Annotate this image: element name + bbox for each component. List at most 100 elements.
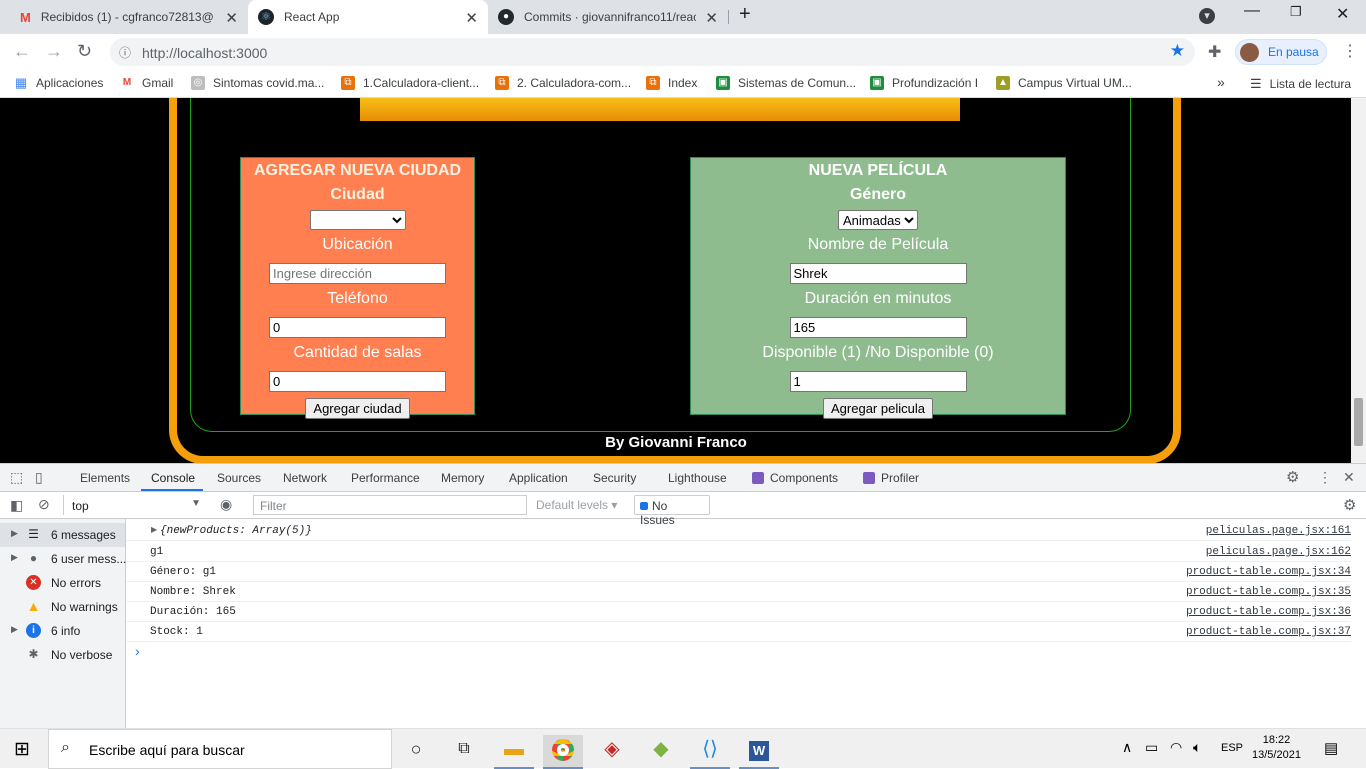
wifi-icon[interactable]: ◠	[1170, 739, 1182, 756]
cortana-icon[interactable]: ○	[396, 735, 436, 769]
tab-console[interactable]: Console	[151, 471, 195, 485]
tab-profiler[interactable]: Profiler	[863, 471, 919, 485]
tab-performance[interactable]: Performance	[351, 471, 420, 485]
rooms-input[interactable]	[269, 371, 446, 392]
notifications-icon[interactable]: ▤	[1324, 739, 1338, 757]
genre-select[interactable]: Animadas	[838, 210, 918, 230]
reading-list-button[interactable]: ☰ Lista de lectura	[1250, 76, 1351, 92]
duration-input[interactable]	[789, 317, 967, 338]
file-explorer-icon[interactable]: ▬	[494, 735, 534, 769]
bookmark-index[interactable]: ⧉ Index	[646, 76, 697, 90]
bookmark-gmail[interactable]: M Gmail	[120, 76, 174, 90]
windows-start-icon[interactable]: ⊞	[14, 738, 30, 761]
bookmark-campus[interactable]: ▲ Campus Virtual UM...	[996, 76, 1132, 90]
forward-button[interactable]: →	[45, 41, 63, 62]
tab-gmail[interactable]: M Recibidos (1) - cgfranco72813@u ✕	[12, 0, 248, 34]
bookmark-calculadora-2[interactable]: ⧉ 2. Calculadora-com...	[495, 76, 631, 90]
source-link[interactable]: product-table.comp.jsx:34	[1186, 566, 1351, 578]
brave-icon[interactable]: ◈	[592, 735, 632, 769]
tray-overflow-icon[interactable]: ∧	[1122, 739, 1132, 756]
sidebar-item-errors[interactable]: ✕ No errors	[0, 571, 125, 595]
expand-arrow-icon[interactable]: ▶	[11, 552, 18, 563]
close-devtools-icon[interactable]: ✕	[1343, 469, 1355, 486]
availability-input[interactable]	[789, 371, 967, 392]
battery-icon[interactable]: ▭	[1145, 739, 1158, 756]
source-link[interactable]: peliculas.page.jsx:161	[1206, 525, 1351, 537]
extensions-icon[interactable]: ✚	[1208, 42, 1221, 62]
git-icon[interactable]: ◆	[641, 735, 681, 769]
tab-application[interactable]: Application	[509, 471, 568, 485]
source-link[interactable]: peliculas.page.jsx:162	[1206, 546, 1351, 558]
add-city-button[interactable]: Agregar ciudad	[305, 398, 410, 419]
expand-arrow-icon[interactable]: ▶	[11, 528, 18, 539]
profile-button[interactable]: En pausa	[1235, 39, 1327, 65]
tab-network[interactable]: Network	[283, 471, 327, 485]
word-icon[interactable]: W	[739, 735, 779, 769]
close-icon[interactable]: ✕	[465, 9, 478, 27]
city-select[interactable]	[309, 210, 406, 230]
more-options-icon[interactable]: ⋮	[1318, 469, 1332, 486]
sidebar-item-user-messages[interactable]: ▶ ● 6 user mess...	[0, 547, 126, 571]
close-window-button[interactable]: ✕	[1336, 4, 1349, 24]
reload-button[interactable]: ↻	[77, 41, 92, 62]
tab-elements[interactable]: Elements	[80, 471, 130, 485]
expand-arrow-icon[interactable]: ▶	[11, 624, 18, 635]
source-link[interactable]: product-table.comp.jsx:37	[1186, 626, 1351, 638]
tab-components[interactable]: Components	[752, 471, 838, 485]
volume-icon[interactable]: 🔈︎	[1193, 739, 1201, 756]
source-link[interactable]: product-table.comp.jsx:36	[1186, 606, 1351, 618]
taskbar-search[interactable]: ⌕ Escribe aquí para buscar	[48, 729, 392, 769]
sidebar-item-info[interactable]: ▶ i 6 info	[0, 619, 125, 643]
page-scrollbar[interactable]	[1351, 98, 1366, 463]
filter-input[interactable]: Filter	[253, 495, 527, 515]
restore-button[interactable]: ❐	[1290, 4, 1302, 20]
console-row[interactable]: ▶ {newProducts: Array(5)} peliculas.page.j…	[126, 521, 1351, 541]
bookmarks-overflow-button[interactable]: »	[1217, 74, 1225, 90]
address-bar[interactable]: ⓘ http://localhost:3000 ★	[110, 38, 1195, 66]
info-icon[interactable]: ⓘ	[119, 44, 131, 61]
inspect-icon[interactable]: ⬚	[10, 469, 23, 486]
tab-lighthouse[interactable]: Lighthouse	[668, 471, 727, 485]
gear-icon[interactable]: ⚙	[1286, 468, 1299, 486]
device-toolbar-icon[interactable]: ▯	[35, 469, 43, 486]
bookmark-sistemas[interactable]: ▣ Sistemas de Comun...	[716, 76, 856, 90]
bookmark-apps[interactable]: ▦ Aplicaciones	[14, 76, 104, 91]
minimize-button[interactable]: —	[1244, 2, 1260, 20]
tab-github[interactable]: ● Commits · giovannifranco11/reac ✕	[488, 0, 728, 34]
clock[interactable]: 18:22 13/5/2021	[1252, 733, 1301, 763]
new-tab-button[interactable]: +	[739, 3, 751, 26]
context-select[interactable]: top ▼	[63, 495, 205, 515]
phone-input[interactable]	[269, 317, 446, 338]
sidebar-item-messages[interactable]: ▶ ☰ 6 messages	[0, 523, 125, 547]
tab-memory[interactable]: Memory	[441, 471, 484, 485]
add-movie-button[interactable]: Agregar pelicula	[823, 398, 933, 419]
tab-sources[interactable]: Sources	[217, 471, 261, 485]
log-levels-select[interactable]: Default levels ▾	[536, 498, 617, 512]
tab-search-icon[interactable]: ▾	[1199, 8, 1215, 24]
eye-icon[interactable]: ◉	[220, 496, 232, 513]
issues-button[interactable]: No Issues	[634, 495, 710, 527]
scrollbar-thumb[interactable]	[1354, 398, 1363, 446]
sidebar-toggle-icon[interactable]: ◧	[10, 497, 23, 514]
close-icon[interactable]: ✕	[225, 9, 238, 27]
clear-console-icon[interactable]: ⊘	[38, 496, 50, 513]
bookmark-star-icon[interactable]: ★	[1170, 41, 1185, 61]
bookmark-profundizacion[interactable]: ▣ Profundización I	[870, 76, 978, 90]
bookmark-covid[interactable]: ◎ Sintomas covid.ma...	[191, 76, 324, 90]
expand-arrow-icon[interactable]: ▶	[151, 525, 157, 535]
chrome-icon[interactable]	[543, 735, 583, 769]
close-icon[interactable]: ✕	[705, 9, 718, 27]
source-link[interactable]: product-table.comp.jsx:35	[1186, 586, 1351, 598]
url-text[interactable]: http://localhost:3000	[142, 45, 267, 61]
tab-security[interactable]: Security	[593, 471, 636, 485]
menu-icon[interactable]: ⋮	[1342, 41, 1358, 61]
tab-react-app[interactable]: ⚛ React App ✕	[248, 0, 488, 34]
console-prompt[interactable]: ›	[135, 643, 140, 659]
sidebar-item-verbose[interactable]: ✱ No verbose	[0, 643, 125, 667]
movie-name-input[interactable]	[789, 263, 967, 284]
console-settings-icon[interactable]: ⚙	[1343, 496, 1356, 514]
sidebar-item-warnings[interactable]: ▲ No warnings	[0, 595, 125, 619]
back-button[interactable]: ←	[13, 41, 31, 62]
vscode-icon[interactable]: ⟨⟩	[690, 735, 730, 769]
task-view-icon[interactable]: ⧉	[444, 735, 484, 769]
